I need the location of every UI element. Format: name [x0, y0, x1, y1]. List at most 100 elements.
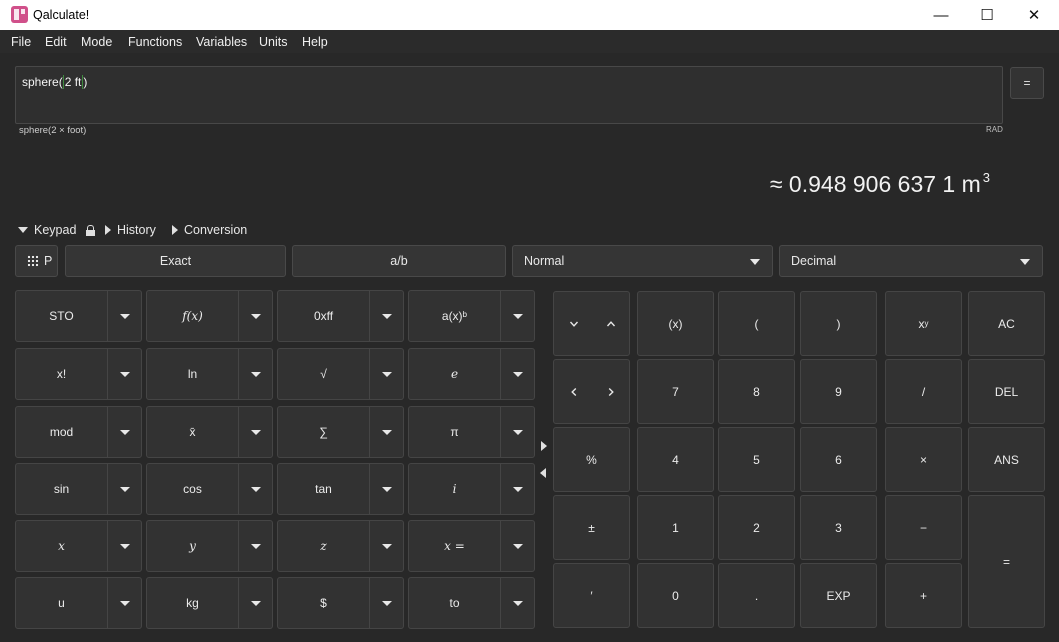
key-natural-log[interactable]: ln	[146, 348, 273, 400]
key-var-y[interactable]: y	[146, 520, 273, 572]
key-assign-x-label[interactable]: x =	[409, 521, 500, 571]
key-store-label[interactable]: STO	[16, 291, 107, 341]
key-assign-x[interactable]: x =	[408, 520, 535, 572]
key-minus[interactable]: −	[885, 495, 962, 560]
key-parenthesize[interactable]: (x)	[637, 291, 714, 356]
key-dollar[interactable]: $	[277, 577, 404, 629]
key-7[interactable]: 7	[637, 359, 714, 424]
collapse-left-arrow-icon[interactable]	[540, 468, 546, 478]
key-9[interactable]: 9	[800, 359, 877, 424]
key-mean[interactable]: x̄	[146, 406, 273, 458]
menu-help[interactable]: Help	[302, 35, 328, 49]
key-delete[interactable]: DEL	[968, 359, 1045, 424]
key-var-x[interactable]: x	[15, 520, 142, 572]
key-all-clear[interactable]: AC	[968, 291, 1045, 356]
key-close-paren[interactable]: )	[800, 291, 877, 356]
key-6[interactable]: 6	[800, 427, 877, 492]
chevron-left-icon[interactable]	[555, 360, 592, 423]
key-imaginary[interactable]: i	[408, 463, 535, 515]
key-answer[interactable]: ANS	[968, 427, 1045, 492]
chevron-down-icon[interactable]	[370, 407, 403, 457]
key-pi-label[interactable]: π	[409, 407, 500, 457]
expand-right-arrow-icon[interactable]	[541, 441, 547, 451]
key-unit-label[interactable]: u	[16, 578, 107, 628]
chevron-down-icon[interactable]	[239, 521, 272, 571]
key-factorial-label[interactable]: x!	[16, 349, 107, 399]
chevron-down-icon[interactable]	[370, 521, 403, 571]
calculate-equals-button[interactable]: =	[1010, 67, 1044, 99]
key-kilogram-label[interactable]: kg	[147, 578, 238, 628]
chevron-right-icon[interactable]	[592, 360, 629, 423]
chevron-down-icon[interactable]	[239, 291, 272, 341]
key-store[interactable]: STO	[15, 290, 142, 342]
chevron-down-icon[interactable]	[501, 521, 534, 571]
key-power-function[interactable]: a(x)ᵇ	[408, 290, 535, 342]
key-2[interactable]: 2	[718, 495, 795, 560]
chevron-down-icon[interactable]	[370, 349, 403, 399]
key-cosine-label[interactable]: cos	[147, 464, 238, 514]
chevron-down-icon[interactable]	[108, 291, 141, 341]
programming-keypad-button[interactable]: P	[15, 245, 58, 277]
key-convert-to[interactable]: to	[408, 577, 535, 629]
chevron-down-icon[interactable]	[108, 464, 141, 514]
chevron-down-icon[interactable]	[108, 407, 141, 457]
key-natural-log-label[interactable]: ln	[147, 349, 238, 399]
key-tangent[interactable]: tan	[277, 463, 404, 515]
chevron-down-icon[interactable]	[370, 464, 403, 514]
menu-variables[interactable]: Variables	[196, 35, 247, 49]
cursor-navigation-key[interactable]	[553, 359, 630, 424]
exact-toggle-button[interactable]: Exact	[65, 245, 286, 277]
key-1[interactable]: 1	[637, 495, 714, 560]
key-multiply[interactable]: ×	[885, 427, 962, 492]
chevron-down-icon[interactable]	[239, 407, 272, 457]
keypad-expander[interactable]: Keypad	[18, 223, 96, 237]
key-pi[interactable]: π	[408, 406, 535, 458]
number-base-select[interactable]: Decimal	[779, 245, 1043, 277]
key-5[interactable]: 5	[718, 427, 795, 492]
key-plus[interactable]: +	[885, 563, 962, 628]
chevron-down-icon[interactable]	[239, 578, 272, 628]
key-factorial[interactable]: x!	[15, 348, 142, 400]
menu-functions[interactable]: Functions	[128, 35, 182, 49]
key-base-hex[interactable]: 0xff	[277, 290, 404, 342]
key-sine-label[interactable]: sin	[16, 464, 107, 514]
chevron-down-icon[interactable]	[501, 291, 534, 341]
key-sum-label[interactable]: ∑	[278, 407, 369, 457]
minimize-button[interactable]: —	[918, 0, 964, 30]
key-cosine[interactable]: cos	[146, 463, 273, 515]
key-8[interactable]: 8	[718, 359, 795, 424]
chevron-down-icon[interactable]	[108, 349, 141, 399]
history-expander[interactable]: History	[105, 223, 156, 237]
chevron-down-icon[interactable]	[239, 349, 272, 399]
key-function[interactable]: f(x)	[146, 290, 273, 342]
key-kilogram[interactable]: kg	[146, 577, 273, 629]
chevron-up-icon[interactable]	[592, 292, 629, 355]
key-power-function-label[interactable]: a(x)ᵇ	[409, 291, 500, 341]
lock-icon[interactable]	[86, 224, 96, 236]
chevron-down-icon[interactable]	[501, 464, 534, 514]
key-mean-label[interactable]: x̄	[147, 407, 238, 457]
key-convert-to-label[interactable]: to	[409, 578, 500, 628]
key-var-z-label[interactable]: z	[278, 521, 369, 571]
key-modulo-label[interactable]: mod	[16, 407, 107, 457]
key-0[interactable]: 0	[637, 563, 714, 628]
key-equals[interactable]: =	[968, 495, 1045, 628]
chevron-down-icon[interactable]	[501, 349, 534, 399]
key-exp[interactable]: EXP	[800, 563, 877, 628]
key-square-root-label[interactable]: √	[278, 349, 369, 399]
history-navigation-key[interactable]	[553, 291, 630, 356]
display-mode-select[interactable]: Normal	[512, 245, 773, 277]
close-button[interactable]: ✕	[1011, 0, 1057, 30]
key-tangent-label[interactable]: tan	[278, 464, 369, 514]
maximize-button[interactable]: ☐	[964, 0, 1010, 30]
key-modulo[interactable]: mod	[15, 406, 142, 458]
angle-mode-indicator[interactable]: RAD	[986, 125, 1003, 134]
menu-units[interactable]: Units	[259, 35, 287, 49]
chevron-down-icon[interactable]	[108, 521, 141, 571]
key-var-y-label[interactable]: y	[147, 521, 238, 571]
key-base-hex-label[interactable]: 0xff	[278, 291, 369, 341]
conversion-expander[interactable]: Conversion	[172, 223, 247, 237]
key-euler[interactable]: e	[408, 348, 535, 400]
chevron-down-icon[interactable]	[239, 464, 272, 514]
menu-file[interactable]: File	[11, 35, 31, 49]
